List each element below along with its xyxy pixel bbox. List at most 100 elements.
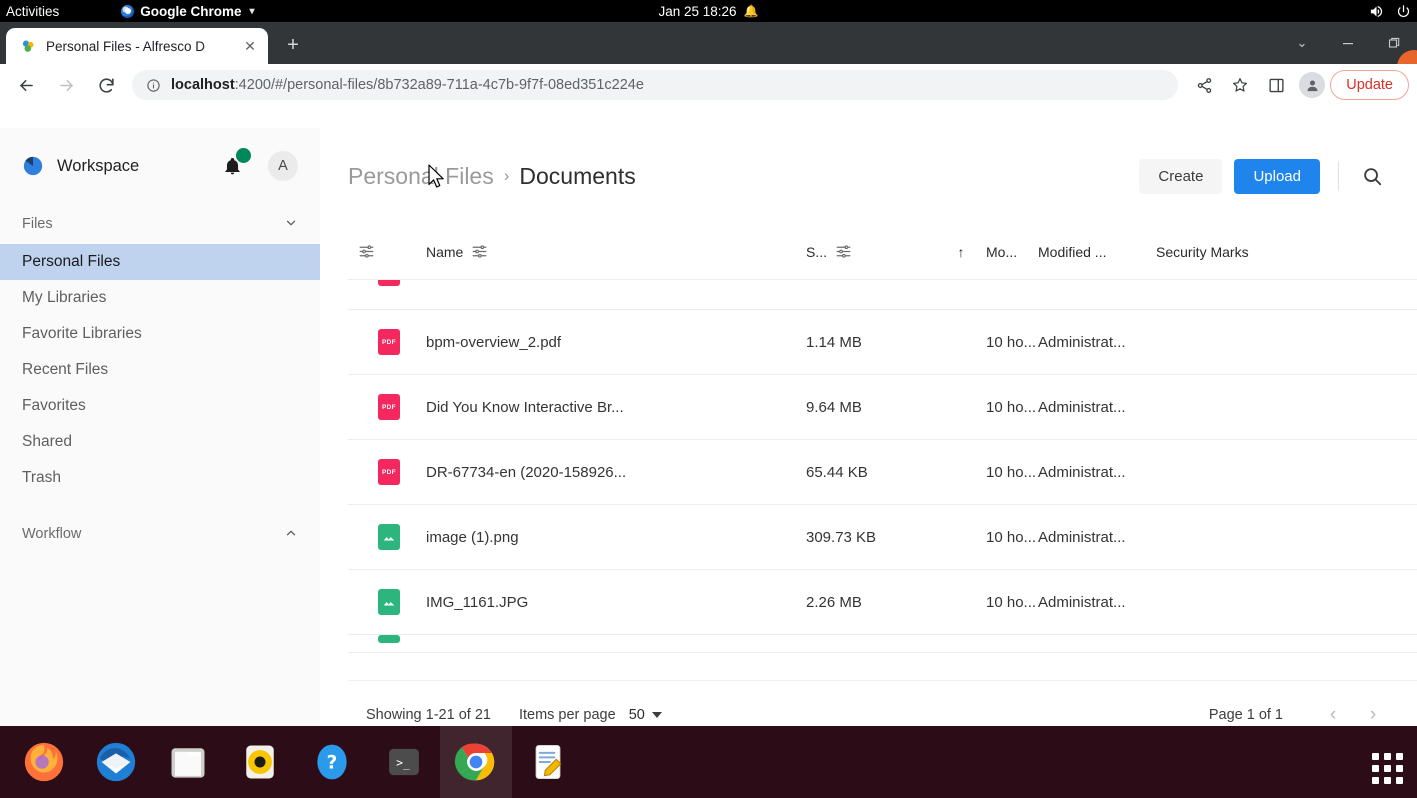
documents-table: Name S... (348, 224, 1417, 680)
chevron-down-icon: ▾ (250, 6, 255, 17)
volume-icon (1369, 4, 1384, 19)
tab-strip: Personal Files - Alfresco D ✕ + ⌄ (0, 22, 1417, 64)
tab-close-icon[interactable]: ✕ (240, 36, 260, 56)
header-divider (1338, 161, 1339, 191)
pdf-file-icon: PDF (378, 459, 400, 485)
sidebar-item-favorites[interactable]: Favorites (0, 388, 320, 424)
image-file-icon (378, 524, 400, 550)
file-name[interactable]: IMG_1161.JPG (426, 594, 806, 611)
file-name[interactable]: Did You Know Interactive Br... (426, 399, 806, 416)
sidebar-group-workflow[interactable]: Workflow (0, 514, 320, 554)
files-icon[interactable] (152, 726, 224, 798)
reload-button[interactable] (89, 68, 123, 102)
table-row[interactable]: image (1).png 309.73 KB 10 ho... Adminis… (348, 505, 1417, 570)
table-row[interactable]: IMG_1161.JPG 2.26 MB 10 ho... Administra… (348, 570, 1417, 635)
side-panel-icon[interactable] (1260, 69, 1292, 101)
activities-button[interactable]: Activities (0, 4, 69, 19)
file-type-icon-cell (348, 589, 426, 615)
table-row[interactable] (348, 635, 1417, 653)
back-button[interactable] (9, 68, 43, 102)
next-page-button[interactable]: › (1359, 701, 1387, 729)
site-info-icon[interactable] (146, 78, 161, 93)
file-modified: 10 ho... (986, 594, 1038, 611)
file-modified-by: Administrat... (1038, 334, 1156, 351)
file-name[interactable]: DR-67734-en (2020-158926... (426, 464, 806, 481)
sidebar-item-label: Favorite Libraries (22, 325, 142, 343)
thunderbird-icon[interactable] (80, 726, 152, 798)
content-header: Personal Files › Documents Create Upload (320, 128, 1417, 224)
clock-text: Jan 25 18:26 (658, 4, 736, 19)
column-header-name[interactable]: Name (426, 243, 806, 260)
sidebar-item-favorite-libraries[interactable]: Favorite Libraries (0, 316, 320, 352)
breadcrumb: Personal Files › Documents (348, 163, 1139, 190)
ubuntu-dock: ? >_ (0, 726, 1417, 798)
file-size: 9.64 MB (806, 399, 936, 416)
sidebar-item-label: Trash (22, 469, 61, 487)
filter-tune-icon[interactable] (471, 243, 488, 260)
clock-menu[interactable]: Jan 25 18:26 🔔 (609, 4, 809, 19)
help-icon[interactable]: ? (296, 726, 368, 798)
sidebar-item-recent-files[interactable]: Recent Files (0, 352, 320, 388)
file-name[interactable]: image (1).png (426, 529, 806, 546)
sidebar-item-trash[interactable]: Trash (0, 460, 320, 496)
forward-button[interactable] (49, 68, 83, 102)
create-button[interactable]: Create (1139, 159, 1222, 194)
terminal-icon[interactable]: >_ (368, 726, 440, 798)
file-modified: 10 ho... (986, 464, 1038, 481)
file-size: 65.44 KB (806, 464, 936, 481)
browser-tab[interactable]: Personal Files - Alfresco D ✕ (6, 28, 268, 64)
google-chrome-icon[interactable] (440, 726, 512, 798)
sidebar-item-shared[interactable]: Shared (0, 424, 320, 460)
breadcrumb-parent[interactable]: Personal Files (348, 163, 494, 190)
rhythmbox-icon[interactable] (224, 726, 296, 798)
profile-icon[interactable] (1299, 72, 1325, 98)
file-type-icon-cell: PDF (348, 459, 426, 485)
search-icon[interactable] (1357, 161, 1387, 191)
bookmark-star-icon[interactable] (1224, 69, 1256, 101)
previous-page-button[interactable]: ‹ (1319, 701, 1347, 729)
column-header-security-marks[interactable]: Security Marks (1156, 244, 1417, 260)
upload-button[interactable]: Upload (1234, 159, 1320, 194)
user-avatar[interactable]: A (268, 151, 298, 181)
firefox-icon[interactable] (8, 726, 80, 798)
notifications-button[interactable] (219, 153, 245, 179)
sidebar-item-personal-files[interactable]: Personal Files (0, 244, 320, 280)
tab-search-button[interactable]: ⌄ (1279, 22, 1325, 64)
text-editor-icon[interactable] (512, 726, 584, 798)
svg-text:?: ? (327, 752, 338, 773)
file-size: 1.14 MB (806, 334, 936, 351)
tab-title: Personal Files - Alfresco D (46, 39, 231, 54)
image-file-icon (378, 635, 400, 643)
address-bar[interactable]: localhost:4200/#/personal-files/8b732a89… (132, 70, 1178, 100)
system-tray[interactable] (1369, 4, 1411, 19)
column-header-modified[interactable]: Mo... (986, 244, 1038, 260)
file-name[interactable]: bpm-overview_2.pdf (426, 334, 806, 351)
pdf-file-icon: PDF (378, 394, 400, 420)
app-grid-icon[interactable] (1372, 753, 1403, 784)
update-button[interactable]: Update (1330, 70, 1409, 100)
notification-bell-icon: 🔔 (744, 4, 759, 18)
active-app-menu[interactable]: Google Chrome ▾ (121, 4, 254, 19)
share-icon[interactable] (1188, 69, 1220, 101)
power-icon (1396, 4, 1411, 19)
items-per-page-control[interactable]: Items per page 50 (519, 707, 662, 723)
items-per-page-label: Items per page (519, 707, 616, 723)
file-size: 309.73 KB (806, 529, 936, 546)
table-row[interactable]: PDF bpm-overview_2.pdf 1.14 MB 10 ho... … (348, 310, 1417, 375)
sidebar-item-my-libraries[interactable]: My Libraries (0, 280, 320, 316)
column-header-size[interactable]: S... (806, 243, 936, 260)
sidebar-group-files[interactable]: Files (0, 204, 320, 244)
table-body: PDF Datasheet_DYKT_Search an... 493 KB 1… (348, 280, 1417, 653)
new-tab-button[interactable]: + (278, 30, 308, 60)
table-row[interactable]: PDF DR-67734-en (2020-158926... 65.44 KB… (348, 440, 1417, 505)
column-header-modified-by[interactable]: Modified ... (1038, 244, 1156, 260)
page-indicator: Page 1 of 1 (1209, 707, 1283, 723)
column-header-select[interactable] (348, 243, 426, 260)
filter-tune-icon[interactable] (358, 243, 375, 260)
minimize-button[interactable] (1325, 22, 1371, 64)
sort-ascending-icon[interactable]: ↑ (936, 244, 986, 260)
table-row[interactable]: PDF Did You Know Interactive Br... 9.64 … (348, 375, 1417, 440)
table-row[interactable]: PDF Datasheet_DYKT_Search an... 493 KB 1… (348, 280, 1417, 310)
filter-tune-icon[interactable] (835, 243, 852, 260)
table-header-row: Name S... (348, 224, 1417, 280)
